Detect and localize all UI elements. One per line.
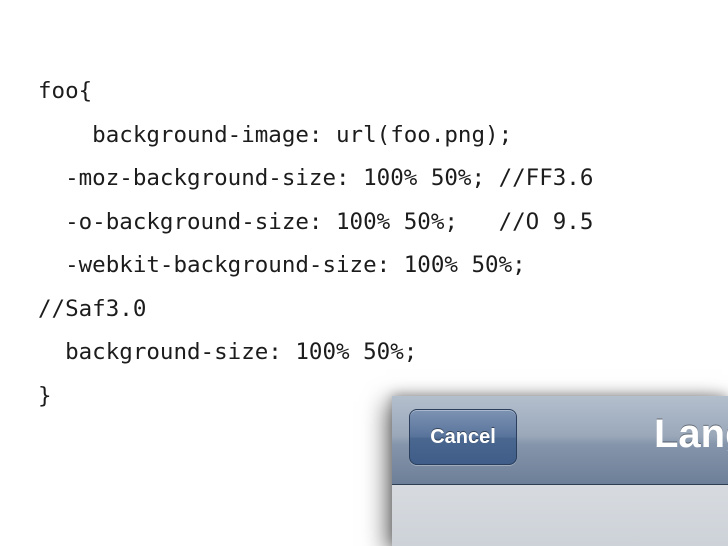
navigation-title: Lang (654, 412, 728, 456)
cancel-button[interactable]: Cancel (409, 409, 517, 465)
code-line: //Saf3.0 (38, 295, 147, 322)
navigation-bar: Cancel Lang (392, 396, 728, 485)
code-line: foo{ (38, 78, 93, 104)
code-line: -moz-background-size: 100% 50%; //FF3.6 (38, 165, 594, 191)
phone-content-area (392, 485, 728, 546)
phone-screenshot: Cancel Lang (392, 396, 728, 546)
code-snippet: foo{ background-image: url(foo.png); -mo… (38, 70, 593, 418)
code-line: -o-background-size: 100% 50%; //O 9.5 (38, 208, 594, 235)
code-line: background-size: 100% 50%; (38, 339, 418, 365)
code-line: -webkit-background-size: 100% 50%; (38, 252, 526, 278)
code-line: background-image: url(foo.png); (38, 121, 513, 148)
